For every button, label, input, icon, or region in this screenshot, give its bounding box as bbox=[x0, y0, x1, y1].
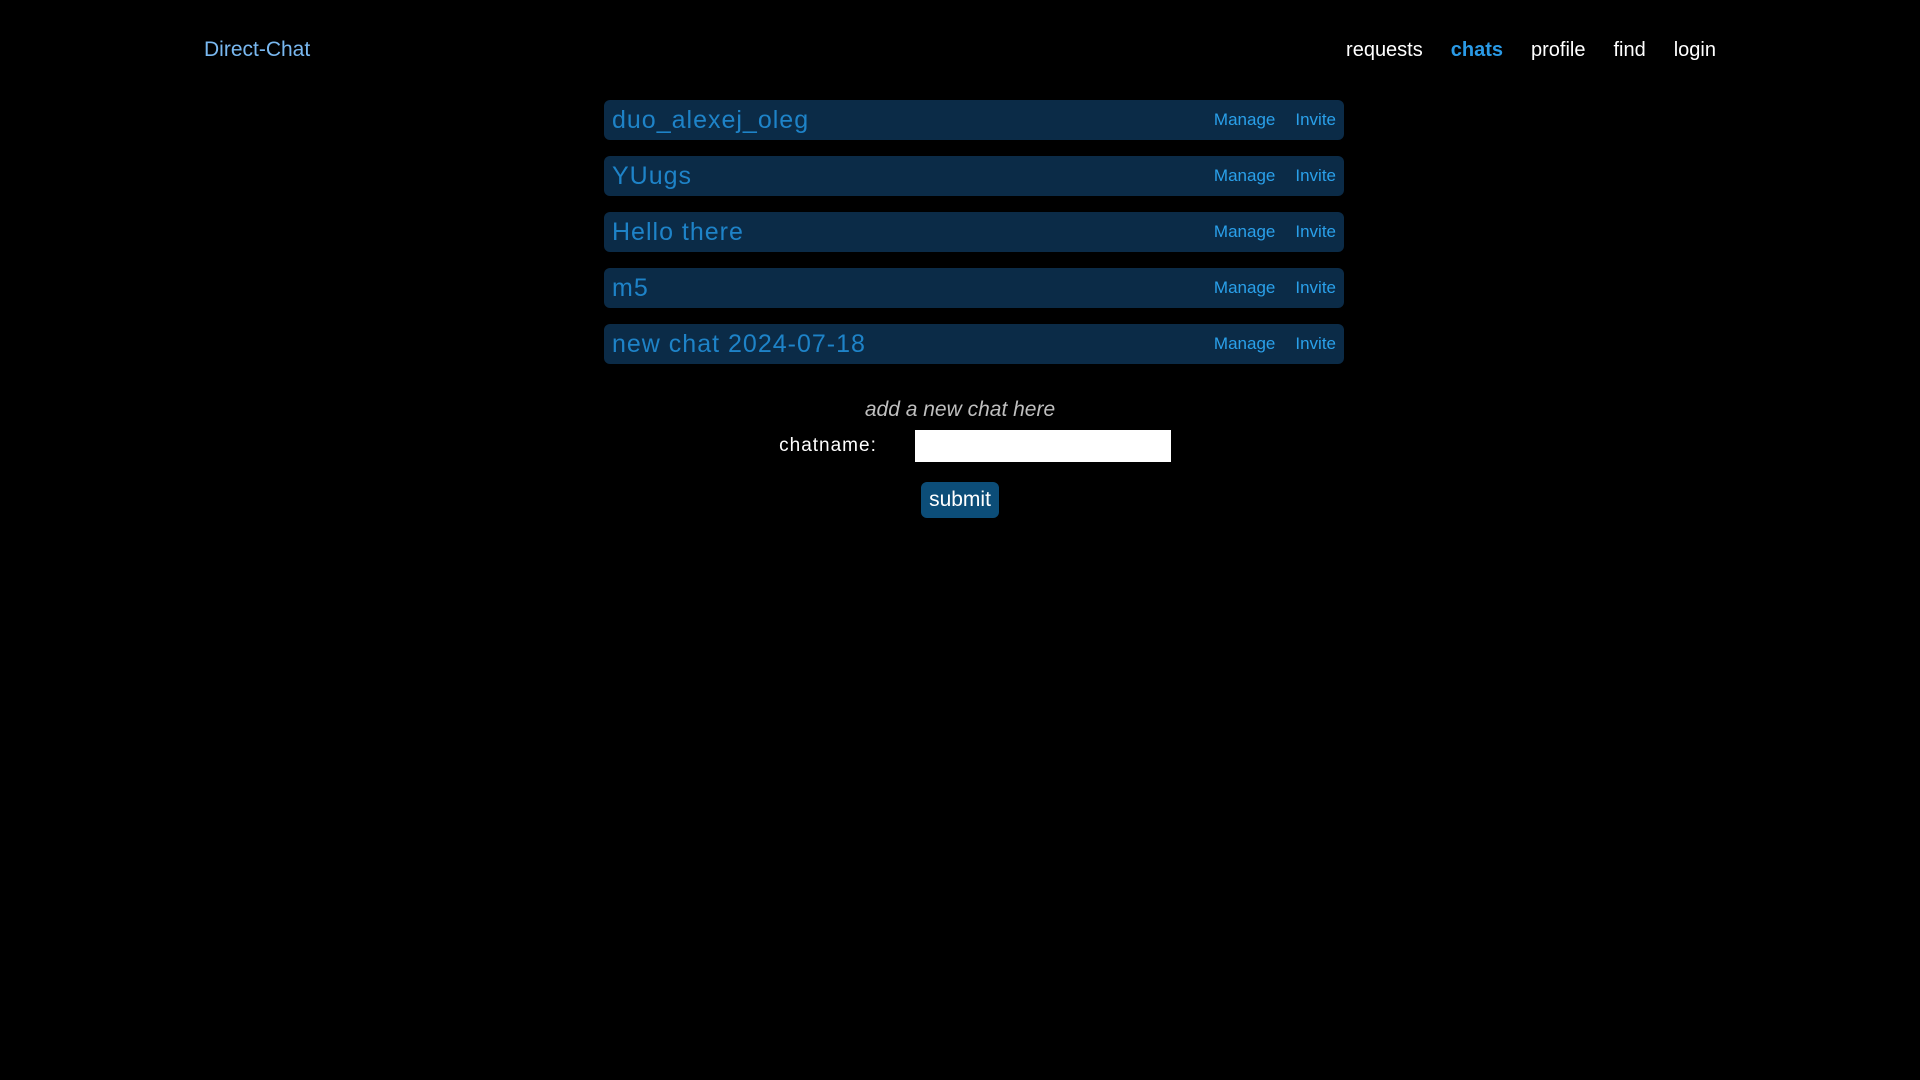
chat-actions: Manage Invite bbox=[1214, 100, 1336, 140]
invite-link[interactable]: Invite bbox=[1295, 100, 1336, 140]
submit-row: submit bbox=[604, 482, 1316, 518]
invite-link[interactable]: Invite bbox=[1295, 268, 1336, 308]
manage-link[interactable]: Manage bbox=[1214, 156, 1275, 196]
nav-requests[interactable]: requests bbox=[1346, 36, 1423, 64]
manage-link[interactable]: Manage bbox=[1214, 100, 1275, 140]
invite-link[interactable]: Invite bbox=[1295, 212, 1336, 252]
chat-actions: Manage Invite bbox=[1214, 268, 1336, 308]
manage-link[interactable]: Manage bbox=[1214, 324, 1275, 364]
add-chat-hint: add a new chat here bbox=[864, 398, 1056, 421]
top-navbar: Direct-Chat requests chats profile find … bbox=[0, 0, 1920, 100]
invite-link[interactable]: Invite bbox=[1295, 324, 1336, 364]
add-chat-form: add a new chat here chatname: submit bbox=[604, 394, 1316, 518]
nav-login[interactable]: login bbox=[1674, 36, 1716, 64]
chat-row: Hello there Manage Invite bbox=[604, 212, 1344, 252]
brand-link[interactable]: Direct-Chat bbox=[204, 36, 310, 64]
chatname-label: chatname: bbox=[779, 435, 877, 456]
manage-link[interactable]: Manage bbox=[1214, 268, 1275, 308]
chat-row: new chat 2024-07-18 Manage Invite bbox=[604, 324, 1344, 364]
chat-name[interactable]: m5 bbox=[612, 268, 649, 308]
nav-chats[interactable]: chats bbox=[1451, 36, 1503, 64]
main-nav: requests chats profile find login bbox=[1346, 36, 1716, 64]
nav-find[interactable]: find bbox=[1613, 36, 1645, 64]
chat-name[interactable]: Hello there bbox=[612, 212, 744, 252]
page: Direct-Chat requests chats profile find … bbox=[0, 0, 1920, 1080]
chat-name[interactable]: YUugs bbox=[612, 156, 692, 196]
chat-row: m5 Manage Invite bbox=[604, 268, 1344, 308]
submit-button[interactable]: submit bbox=[921, 482, 999, 518]
chat-name[interactable]: new chat 2024-07-18 bbox=[612, 324, 866, 364]
chatname-row: chatname: bbox=[604, 430, 1316, 462]
chat-list: duo_alexej_oleg Manage Invite YUugs Mana… bbox=[604, 100, 1344, 380]
chat-row: YUugs Manage Invite bbox=[604, 156, 1344, 196]
chatname-input[interactable] bbox=[914, 430, 1171, 462]
chat-name[interactable]: duo_alexej_oleg bbox=[612, 100, 809, 140]
chat-actions: Manage Invite bbox=[1214, 156, 1336, 196]
chat-row: duo_alexej_oleg Manage Invite bbox=[604, 100, 1344, 140]
chat-actions: Manage Invite bbox=[1214, 212, 1336, 252]
invite-link[interactable]: Invite bbox=[1295, 156, 1336, 196]
manage-link[interactable]: Manage bbox=[1214, 212, 1275, 252]
chat-actions: Manage Invite bbox=[1214, 324, 1336, 364]
nav-profile[interactable]: profile bbox=[1531, 36, 1585, 64]
